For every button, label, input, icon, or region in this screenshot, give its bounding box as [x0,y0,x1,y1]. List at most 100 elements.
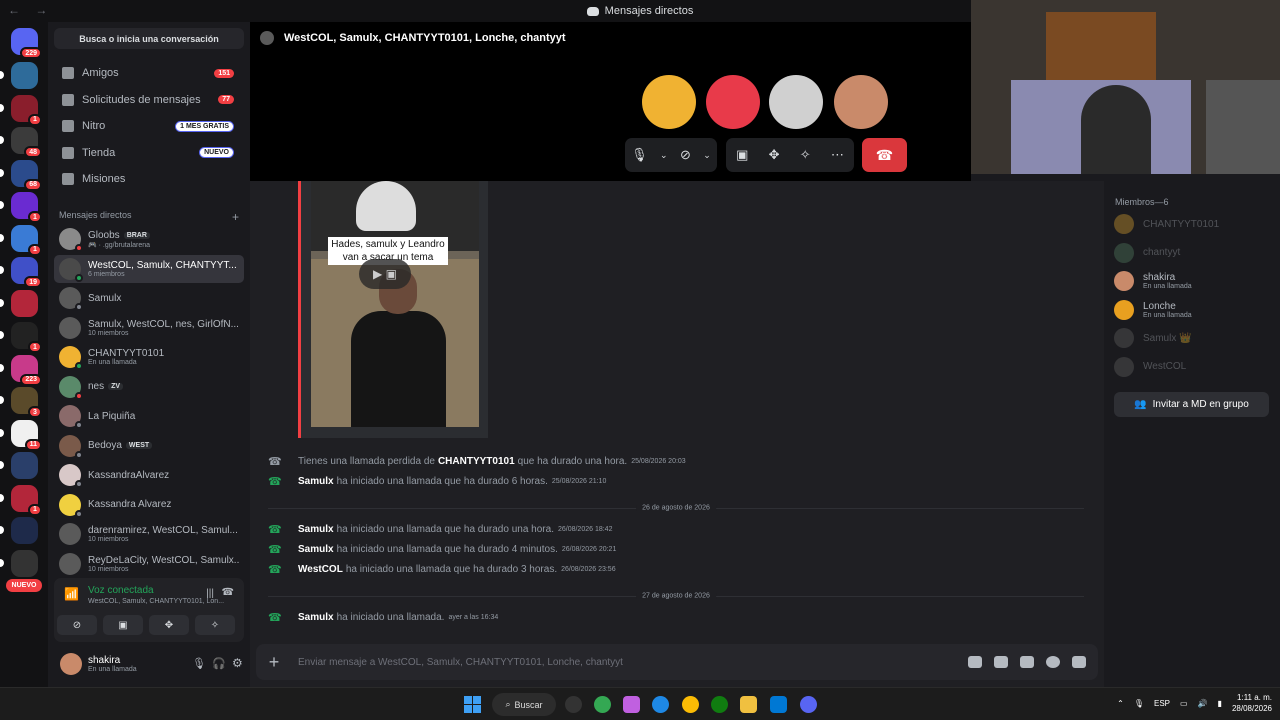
member-item[interactable]: CHANTYYT0101 [1114,212,1274,236]
server-icon[interactable]: 3 [0,387,42,418]
activities-icon[interactable]: ✥ [769,147,780,163]
server-icon[interactable]: 1 [0,224,42,256]
disconnect-icon[interactable]: ☎ [222,587,234,598]
member-item[interactable]: Lonche En una llamada [1114,298,1274,322]
app-icon-1[interactable] [565,696,582,713]
screen-share-icon[interactable]: ▣ [736,147,748,163]
member-item[interactable]: chantyyt [1114,241,1274,265]
server-icon[interactable]: 1 [0,94,42,126]
server-icon[interactable]: 229 [11,28,42,59]
camera-off-icon[interactable]: ⊘ [680,147,691,163]
chevron-up-icon[interactable]: ⌃ [1117,699,1124,708]
more-icon[interactable]: ⋯ [831,147,844,163]
call-participant-avatar[interactable] [706,75,760,129]
member-item[interactable]: Samulx 👑 [1114,326,1274,350]
mic-tray-icon[interactable]: 🎙 [1134,699,1144,708]
windows-start-button[interactable] [464,696,481,713]
server-icon[interactable]: 19 [0,257,42,288]
server-icon[interactable]: 11 [0,419,42,451]
sidebar-item-quests[interactable]: Misiones [54,167,244,191]
gift-icon[interactable] [968,656,982,668]
hang-up-button[interactable]: ☎ [862,138,907,172]
chrome-alt-icon[interactable] [682,696,699,713]
screen-share-button[interactable]: ▣ [103,615,143,635]
emoji-icon[interactable] [1046,656,1060,668]
mic-controls[interactable]: 🎙 ⌄ ⊘ ⌄ [625,138,717,172]
language-indicator[interactable]: ESP [1154,699,1170,708]
add-dm-button[interactable]: + [232,210,239,224]
server-icon[interactable] [0,549,38,577]
xbox-icon[interactable] [711,696,728,713]
chrome-icon[interactable] [594,696,611,713]
member-item[interactable]: WestCOL [1114,355,1274,379]
server-icon[interactable]: 68 [0,159,42,191]
server-icon[interactable] [0,517,38,544]
call-participant-avatar[interactable] [642,75,696,129]
server-icon[interactable] [0,62,38,89]
dm-item[interactable]: Gloobs BRAR 🎮 · .gg/brutalarena [54,225,244,253]
member-item[interactable]: shakira En una llamada [1114,269,1274,293]
clock[interactable]: 1:11 a. m. 28/08/2026 [1232,692,1272,714]
taskbar-search[interactable]: ⌕ Buscar [492,693,556,716]
settings-icon[interactable]: ⚙ [232,656,243,670]
call-participant-avatar[interactable] [769,75,823,129]
sidebar-item-message-requests[interactable]: Solicitudes de mensajes 77 [54,88,244,112]
activities-button[interactable]: ✥ [149,615,189,635]
chevron-down-icon[interactable]: ⌄ [703,150,711,161]
server-icon[interactable]: 1 [0,322,42,353]
noise-icon[interactable]: ||| [206,588,214,599]
attach-button[interactable]: + [256,652,292,673]
message-author[interactable]: CHANTYYT0101 [438,456,515,467]
message-author[interactable]: Samulx [298,544,334,555]
camera-off-button[interactable]: ⊘ [57,615,97,635]
dm-item[interactable]: ReyDeLaCity, WestCOL, Samulx... 10 miembr… [54,550,244,578]
play-icon[interactable]: ▶ ▣ [359,259,411,289]
avatar[interactable] [60,653,82,675]
server-icon[interactable]: 48 [0,127,42,158]
message-input[interactable]: Enviar mensaje a WestCOL, Samulx, CHANTY… [298,657,968,668]
discord-taskbar-icon[interactable] [800,696,817,713]
media-embed[interactable]: Hades, samulx y Leandro van a sacar un t… [298,181,488,438]
sidebar-item-nitro[interactable]: Nitro 1 MES GRATIS [54,114,244,138]
message-author[interactable]: Samulx [298,612,334,623]
server-icon[interactable]: 223 [0,354,42,386]
gif-icon[interactable] [994,656,1008,668]
headphones-icon[interactable]: 🎧 [212,657,226,670]
mic-icon[interactable]: 🎙 [192,657,206,670]
server-icon[interactable] [0,452,38,479]
mic-icon[interactable]: 🎙 [631,147,648,163]
message-author[interactable]: WestCOL [298,564,343,575]
message-author[interactable]: Samulx [298,476,334,487]
sidebar-item-friends[interactable]: Amigos 151 [54,61,244,85]
server-icon[interactable]: 1 [0,192,42,223]
search-conversation-button[interactable]: Busca o inicia una conversación [54,28,244,49]
chevron-down-icon[interactable]: ⌄ [660,150,668,161]
nuevo-badge[interactable]: NUEVO [6,579,42,592]
dm-item[interactable]: Samulx, WestCOL, nes, GirlOfN... 10 miemb… [54,314,244,342]
dm-item[interactable]: nes ZV [54,373,244,401]
call-participant-avatar[interactable] [834,75,888,129]
server-icon[interactable]: 1 [0,484,42,516]
sidebar-item-shop[interactable]: Tienda NUEVO [54,141,244,165]
history-nav-buttons[interactable]: ← → [8,3,53,17]
soundboard-button[interactable]: ✧ [195,615,235,635]
server-icon[interactable] [0,289,38,317]
copilot-icon[interactable] [623,696,640,713]
store-icon[interactable] [770,696,787,713]
invite-group-button[interactable]: 👥 Invitar a MD en grupo [1114,392,1269,417]
dm-item[interactable]: CHANTYYT0101 En una llamada [54,343,244,371]
dm-item[interactable]: WestCOL, Samulx, CHANTYYT... 6 miembros [54,254,244,283]
dm-item[interactable]: darenramirez, WestCOL, Samul... 10 miembr… [54,520,244,548]
volume-icon[interactable]: 🔊 [1198,699,1208,708]
message-author[interactable]: Samulx [298,524,334,535]
edge-icon[interactable] [652,696,669,713]
battery-icon[interactable]: ▮ [1218,699,1222,708]
soundboard-icon[interactable]: ✧ [800,147,811,163]
dm-item[interactable]: La Piquiña [54,402,244,430]
dm-item[interactable]: Samulx [54,284,244,312]
apps-icon[interactable] [1072,656,1086,668]
dm-item[interactable]: Kassandra Alvarez [54,491,244,519]
voice-status[interactable]: Voz conectada [88,585,154,596]
dm-item[interactable]: Bedoya WEST [54,432,244,460]
dm-item[interactable]: KassandraAlvarez [54,461,244,489]
